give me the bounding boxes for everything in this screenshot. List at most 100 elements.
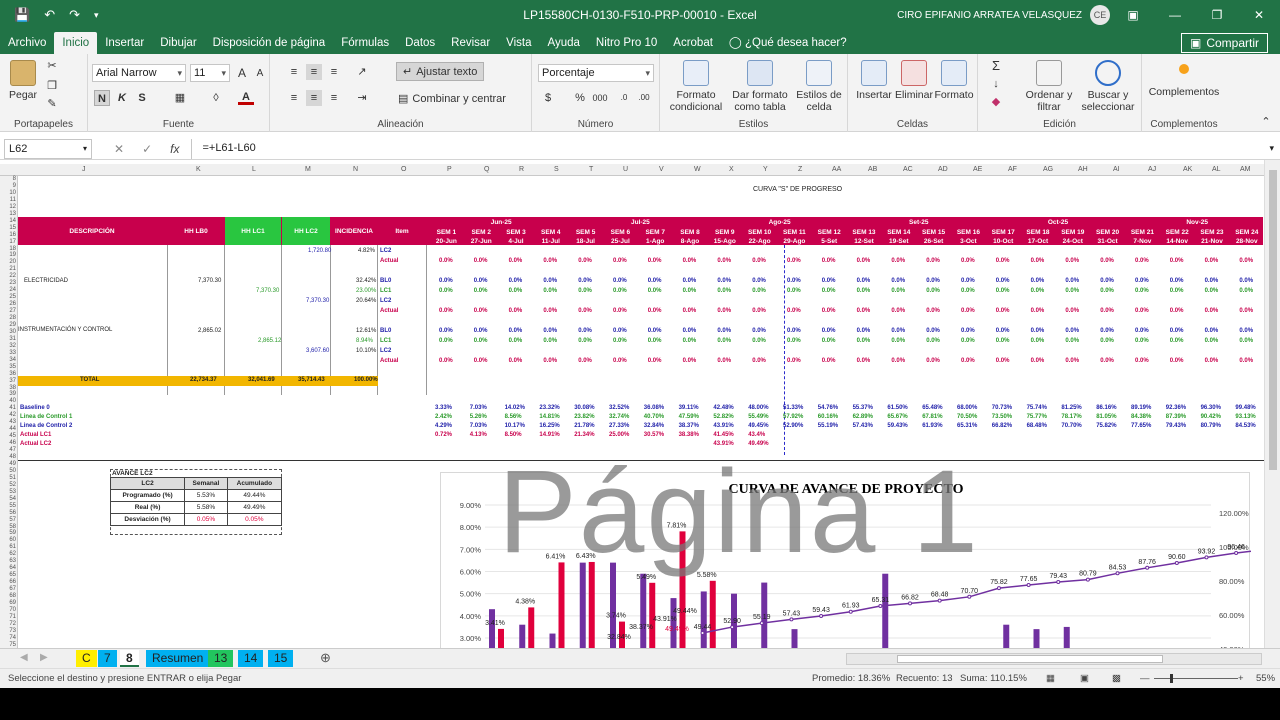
week-cell[interactable]: 0.0%	[509, 288, 523, 294]
week-cell[interactable]: 0.0%	[543, 288, 557, 294]
summary-value[interactable]: 90.42%	[1201, 414, 1221, 420]
week-cell[interactable]: 0.0%	[439, 278, 453, 284]
format-table-button[interactable]: Dar formato como tabla	[728, 60, 792, 113]
week-cell[interactable]: 0.0%	[613, 338, 627, 344]
sheet-tab-14[interactable]: 14	[238, 650, 264, 667]
week-cell[interactable]: 0.0%	[474, 328, 488, 334]
week-cell[interactable]: 0.0%	[1065, 308, 1079, 314]
col-ae[interactable]: AE	[973, 164, 982, 176]
summary-value[interactable]: 55.19%	[818, 423, 838, 429]
cell-styles-button[interactable]: Estilos de celda	[794, 60, 844, 113]
week-cell[interactable]: 0.0%	[857, 338, 871, 344]
week-cell[interactable]: 0.0%	[1135, 328, 1149, 334]
week-cell[interactable]: 0.0%	[683, 258, 697, 264]
avatar[interactable]: CE	[1090, 5, 1110, 25]
summary-value[interactable]: 84.53%	[1235, 423, 1255, 429]
row-header[interactable]: 22	[0, 273, 16, 279]
week-cell[interactable]: 0.0%	[961, 358, 975, 364]
row-header[interactable]: 57	[0, 517, 16, 523]
align-middle-icon[interactable]: ≡	[306, 64, 322, 80]
week-cell[interactable]: 0.0%	[1170, 258, 1184, 264]
week-cell[interactable]: 0.0%	[1100, 258, 1114, 264]
row-header[interactable]: 44	[0, 426, 16, 432]
underline-button[interactable]: S	[134, 90, 150, 106]
week-cell[interactable]: 0.0%	[683, 308, 697, 314]
week-cell[interactable]: 0.0%	[543, 358, 557, 364]
col-aa[interactable]: AA	[832, 164, 841, 176]
col-ah[interactable]: AH	[1078, 164, 1088, 176]
row-header[interactable]: 55	[0, 503, 16, 509]
week-cell[interactable]: 0.0%	[509, 338, 523, 344]
week-cell[interactable]: 0.0%	[474, 258, 488, 264]
row-header[interactable]: 45	[0, 433, 16, 439]
week-cell[interactable]: 0.0%	[891, 288, 905, 294]
week-cell[interactable]: 0.0%	[648, 338, 662, 344]
row-header[interactable]: 41	[0, 405, 16, 411]
week-cell[interactable]: 0.0%	[1135, 358, 1149, 364]
summary-value[interactable]: 10.17%	[505, 423, 525, 429]
row-header[interactable]: 42	[0, 412, 16, 418]
week-cell[interactable]: 0.0%	[961, 258, 975, 264]
row-header[interactable]: 8	[0, 176, 16, 182]
week-cell[interactable]: 0.0%	[648, 358, 662, 364]
summary-value[interactable]: 8.56%	[505, 414, 522, 420]
row-header[interactable]: 56	[0, 510, 16, 516]
summary-value[interactable]: 61.93%	[922, 423, 942, 429]
col-z[interactable]: Z	[798, 164, 802, 176]
row-header[interactable]: 54	[0, 496, 16, 502]
summary-value[interactable]: 43.91%	[713, 423, 733, 429]
col-k[interactable]: K	[196, 164, 201, 176]
summary-value[interactable]: 7.03%	[470, 405, 487, 411]
week-cell[interactable]: 0.0%	[1239, 278, 1253, 284]
align-top-icon[interactable]: ≡	[286, 64, 302, 80]
share-button[interactable]: ▣ Compartir	[1180, 33, 1268, 53]
row-header[interactable]: 34	[0, 357, 16, 363]
summary-value[interactable]: 21.78%	[574, 423, 594, 429]
align-center-icon[interactable]: ≡	[306, 90, 322, 106]
week-cell[interactable]: 0.0%	[683, 338, 697, 344]
summary-value[interactable]: 32.84%	[644, 423, 664, 429]
col-ak[interactable]: AK	[1183, 164, 1192, 176]
summary-value[interactable]: 57.92%	[783, 414, 803, 420]
week-cell[interactable]: 0.0%	[961, 288, 975, 294]
summary-value[interactable]: 23.82%	[574, 414, 594, 420]
week-cell[interactable]: 0.0%	[961, 278, 975, 284]
week-cell[interactable]: 0.0%	[543, 308, 557, 314]
week-cell[interactable]: 0.0%	[996, 338, 1010, 344]
summary-value[interactable]: 2.42%	[435, 414, 452, 420]
week-cell[interactable]: 0.0%	[509, 258, 523, 264]
summary-value[interactable]: 92.36%	[1166, 405, 1186, 411]
week-cell[interactable]: 0.0%	[439, 338, 453, 344]
week-cell[interactable]: 0.0%	[1205, 258, 1219, 264]
row-header[interactable]: 40	[0, 398, 16, 404]
week-cell[interactable]: 0.0%	[961, 308, 975, 314]
summary-value[interactable]: 84.38%	[1131, 414, 1151, 420]
percent-icon[interactable]: %	[572, 90, 588, 106]
fill-icon[interactable]: ↓	[988, 76, 1004, 92]
summary-value[interactable]: 86.16%	[1096, 405, 1116, 411]
summary-value[interactable]: 16.25%	[539, 423, 559, 429]
summary-value[interactable]: 57.43%	[853, 423, 873, 429]
week-cell[interactable]: 0.0%	[1170, 358, 1184, 364]
sheet-tab-15[interactable]: 15	[268, 650, 294, 667]
summary-value[interactable]: 4.29%	[435, 423, 452, 429]
week-cell[interactable]: 0.0%	[961, 328, 975, 334]
week-cell[interactable]: 0.0%	[474, 278, 488, 284]
col-x[interactable]: X	[729, 164, 734, 176]
ribbon-display-icon[interactable]: ▣	[1112, 0, 1154, 30]
week-cell[interactable]: 0.0%	[1205, 328, 1219, 334]
col-ab[interactable]: AB	[868, 164, 877, 176]
wrap-text-button[interactable]: ↵ Ajustar texto	[396, 62, 485, 81]
summary-value[interactable]: 23.32%	[539, 405, 559, 411]
row-header[interactable]: 14	[0, 218, 16, 224]
row-header[interactable]: 71	[0, 614, 16, 620]
row-header[interactable]: 43	[0, 419, 16, 425]
week-cell[interactable]: 0.0%	[1100, 338, 1114, 344]
week-cell[interactable]: 0.0%	[857, 358, 871, 364]
row-header[interactable]: 27	[0, 308, 16, 314]
summary-value[interactable]: 48.00%	[748, 405, 768, 411]
summary-value[interactable]: 55.49%	[748, 414, 768, 420]
font-name-dropdown[interactable]: Arial Narrow	[92, 64, 186, 82]
week-cell[interactable]: 0.0%	[857, 258, 871, 264]
summary-value[interactable]: 55.37%	[853, 405, 873, 411]
